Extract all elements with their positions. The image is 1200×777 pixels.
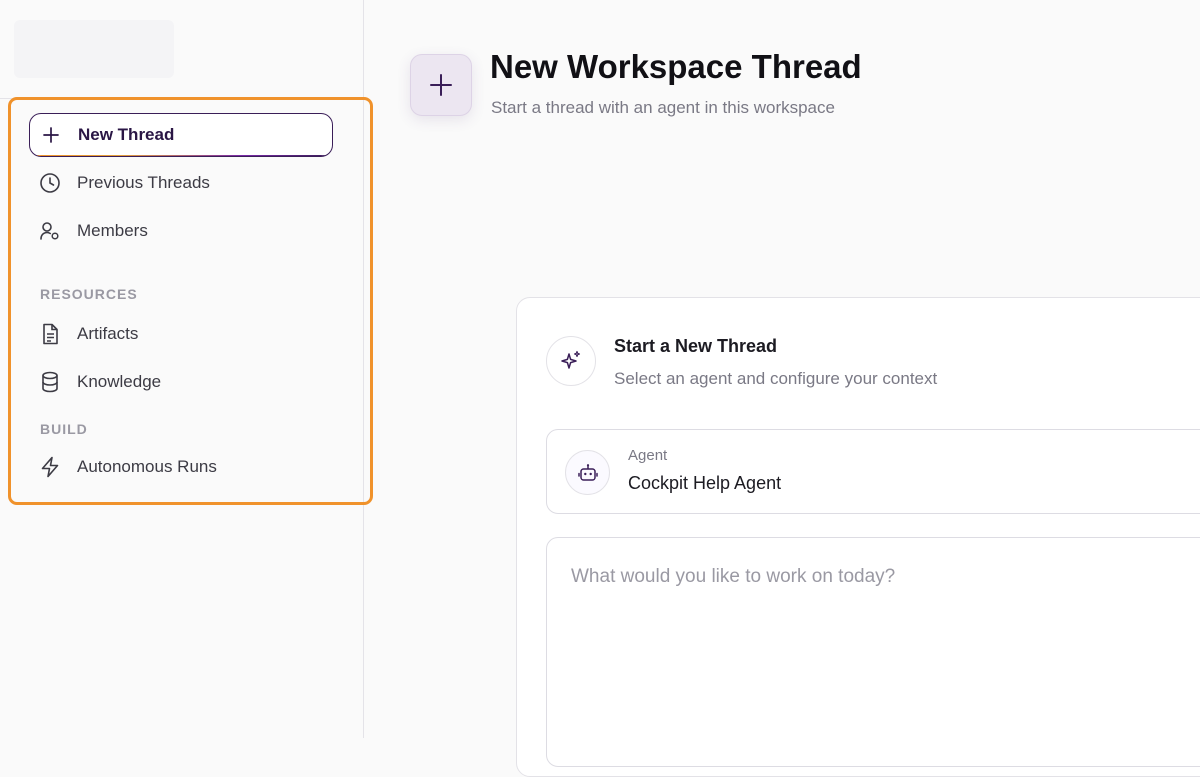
sidebar-item-knowledge[interactable]: Knowledge xyxy=(29,361,333,403)
agent-label: Agent xyxy=(628,447,668,464)
sidebar-item-autonomous-runs[interactable]: Autonomous Runs xyxy=(29,446,333,488)
lightning-icon xyxy=(39,456,61,478)
sparkles-icon xyxy=(561,350,581,369)
new-thread-icon-button[interactable] xyxy=(410,54,472,116)
sidebar-item-previous-threads[interactable]: Previous Threads xyxy=(29,162,333,204)
plus-icon xyxy=(40,124,62,146)
user-settings-icon xyxy=(39,220,61,242)
prompt-box xyxy=(546,537,1200,767)
clock-icon xyxy=(39,172,61,194)
sparkles-icon-container xyxy=(546,336,596,386)
active-underline xyxy=(30,155,332,156)
database-icon xyxy=(39,371,61,393)
sidebar: New Thread Previous Threads Members RESO… xyxy=(0,0,364,738)
card-title: Start a New Thread xyxy=(614,336,778,356)
page-title: New Workspace Thread xyxy=(490,48,862,85)
sidebar-item-label: New Thread xyxy=(78,125,175,144)
agent-value: Cockpit Help Agent xyxy=(628,473,782,493)
card-subtitle: Select an agent and configure your conte… xyxy=(614,369,938,388)
sidebar-item-label: Knowledge xyxy=(77,372,162,391)
agent-selector[interactable] xyxy=(546,429,1200,514)
sidebar-item-label: Artifacts xyxy=(77,324,139,343)
plus-icon xyxy=(430,74,452,96)
logo xyxy=(14,20,174,78)
page-subtitle: Start a thread with an agent in this wor… xyxy=(491,98,835,117)
prompt-input[interactable] xyxy=(571,566,1200,726)
file-text-icon xyxy=(39,323,61,345)
robot-icon-container xyxy=(565,450,610,495)
section-label-resources: RESOURCES xyxy=(40,286,138,302)
section-label-build: BUILD xyxy=(40,421,88,437)
sidebar-item-label: Autonomous Runs xyxy=(77,457,217,476)
sidebar-item-new-thread[interactable]: New Thread xyxy=(29,113,333,157)
sidebar-item-label: Members xyxy=(77,221,148,240)
sidebar-item-label: Previous Threads xyxy=(77,173,210,192)
sidebar-divider xyxy=(0,98,363,99)
sidebar-item-artifacts[interactable]: Artifacts xyxy=(29,313,333,355)
sidebar-item-members[interactable]: Members xyxy=(29,210,333,252)
robot-icon xyxy=(577,463,598,481)
